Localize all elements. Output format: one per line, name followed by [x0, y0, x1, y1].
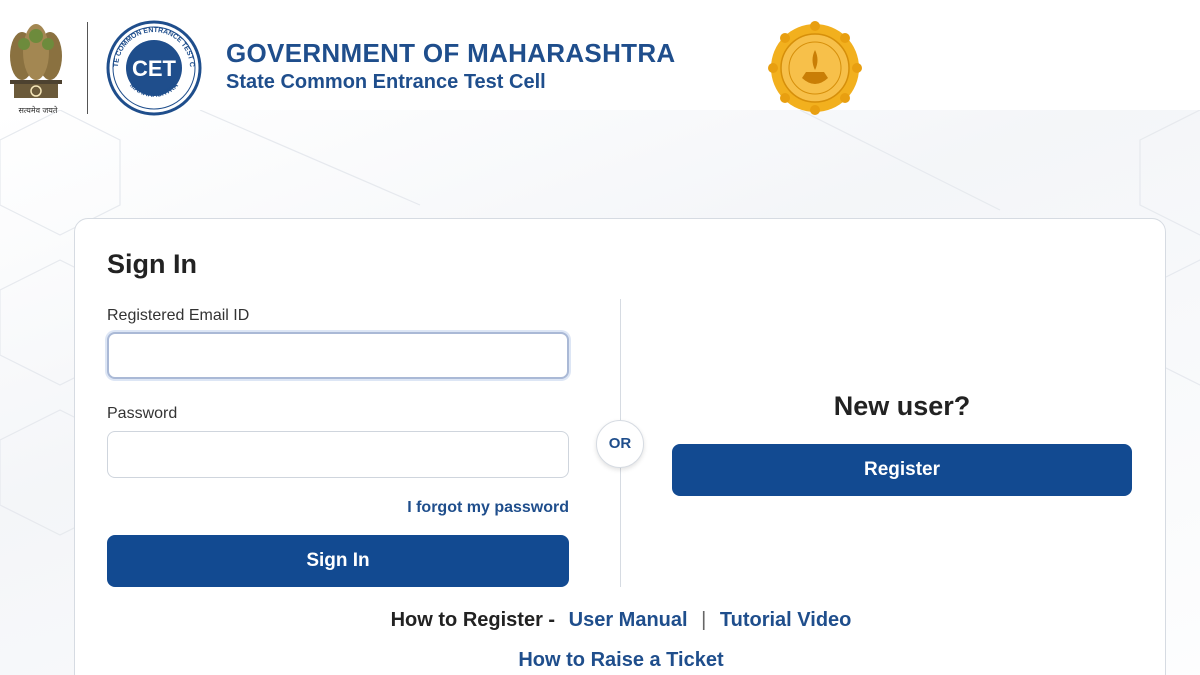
cet-logo: STATE COMMON ENTRANCE TEST CELL MAHARASH… — [98, 15, 208, 116]
site-header: सत्यमेव जयते STATE COMMON ENTRANCE TEST … — [0, 0, 1200, 125]
page-title: GOVERNMENT OF MAHARASHTRA — [226, 38, 676, 68]
emblem-caption: सत्यमेव जयते — [18, 106, 58, 115]
or-badge: OR — [596, 420, 644, 468]
new-user-heading: New user? — [833, 391, 971, 421]
header-divider — [87, 22, 88, 114]
password-field[interactable] — [107, 431, 569, 478]
how-to-register-label: How to Register - — [390, 609, 556, 631]
email-label: Registered Email ID — [107, 307, 250, 324]
login-card: Sign In Registered Email ID Password I f… — [74, 218, 1166, 675]
user-manual-link[interactable]: User Manual — [569, 609, 688, 631]
cet-center-text: CET — [132, 56, 177, 81]
link-separator: | — [701, 609, 707, 631]
maharashtra-seal-icon — [762, 20, 868, 116]
page-subtitle: State Common Entrance Test Cell — [226, 71, 546, 93]
email-field[interactable] — [107, 332, 569, 379]
sign-in-button[interactable]: Sign In — [107, 535, 569, 587]
tutorial-video-link[interactable]: Tutorial Video — [720, 609, 852, 631]
raise-ticket-row: How to Raise a Ticket — [75, 649, 1167, 672]
raise-ticket-link[interactable]: How to Raise a Ticket — [518, 649, 723, 671]
forgot-password-link[interactable]: I forgot my password — [383, 499, 569, 517]
signin-heading: Sign In — [107, 249, 197, 279]
password-label: Password — [107, 405, 178, 422]
register-button[interactable]: Register — [672, 444, 1132, 496]
help-links-row: How to Register - User Manual | Tutorial… — [75, 609, 1167, 632]
